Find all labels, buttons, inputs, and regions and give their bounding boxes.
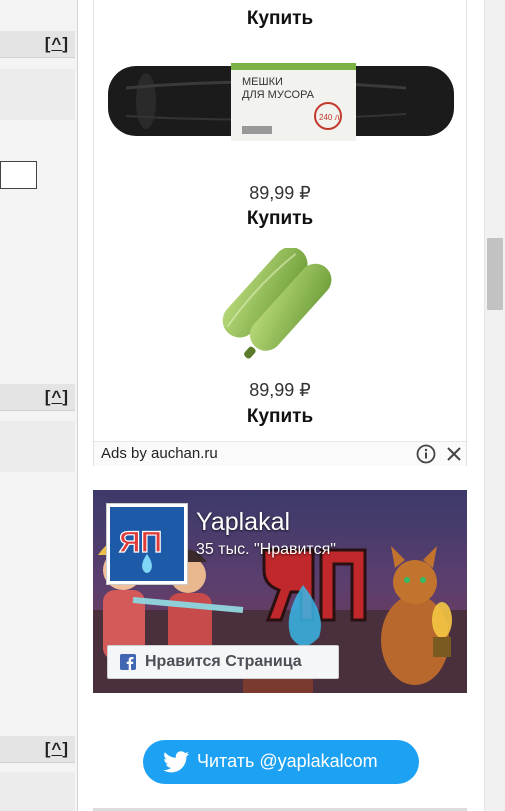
- auchan-ad-block: Купить МЕШКИ ДЛЯ МУСОРА 240 л 89,99 ₽ Ку…: [93, 0, 467, 466]
- left-panel-block: [0, 69, 75, 120]
- package-text-1: МЕШКИ: [242, 76, 283, 88]
- vertical-scrollbar[interactable]: [484, 0, 505, 811]
- scroll-to-top-link[interactable]: [^]: [45, 739, 69, 759]
- facebook-icon: [120, 654, 136, 670]
- section-header-2: [^]: [0, 384, 75, 411]
- info-icon[interactable]: [416, 444, 436, 464]
- buy-button[interactable]: Купить: [94, 406, 466, 428]
- left-column: [^] [^] [^]: [0, 0, 78, 811]
- page-logo[interactable]: ЯП: [106, 503, 188, 585]
- buy-button[interactable]: Купить: [94, 208, 466, 230]
- twitter-follow-button[interactable]: Читать @yaplakalcom: [143, 740, 419, 784]
- buy-button[interactable]: Купить: [94, 8, 466, 30]
- zucchini-image[interactable]: [222, 248, 340, 360]
- twitter-bird-icon: [163, 751, 189, 773]
- left-panel-block: [0, 421, 75, 472]
- product-price: 89,99 ₽: [249, 380, 311, 400]
- package-badge: 240 л: [319, 113, 340, 122]
- facebook-page-plugin[interactable]: ЯП Yaplakal 35 тыс. "Нравится" Нравится …: [93, 490, 467, 693]
- like-page-button[interactable]: Нравится Страница: [107, 645, 339, 679]
- scroll-to-top-link[interactable]: [^]: [45, 34, 69, 54]
- scroll-to-top-link[interactable]: [^]: [45, 387, 69, 407]
- garbage-bags-image[interactable]: МЕШКИ ДЛЯ МУСОРА 240 л: [106, 58, 456, 144]
- product-price: 89,99 ₽: [249, 183, 311, 203]
- logo-text: ЯП: [119, 526, 162, 559]
- ad-footer: Ads by auchan.ru: [94, 441, 466, 466]
- package-text-2: ДЛЯ МУСОРА: [242, 89, 315, 101]
- left-panel-block: [0, 772, 75, 811]
- text-input[interactable]: [0, 161, 37, 189]
- page-name[interactable]: Yaplakal: [196, 508, 290, 537]
- like-page-label: Нравится Страница: [145, 653, 302, 670]
- scrollbar-thumb[interactable]: [487, 238, 503, 310]
- page-likes-count: 35 тыс. "Нравится": [196, 541, 336, 558]
- ads-by-label[interactable]: Ads by auchan.ru: [101, 445, 218, 462]
- section-header-1: [^]: [0, 31, 75, 58]
- close-icon[interactable]: [444, 444, 464, 464]
- section-header-3: [^]: [0, 736, 75, 763]
- twitter-follow-label: Читать @yaplakalcom: [197, 751, 378, 771]
